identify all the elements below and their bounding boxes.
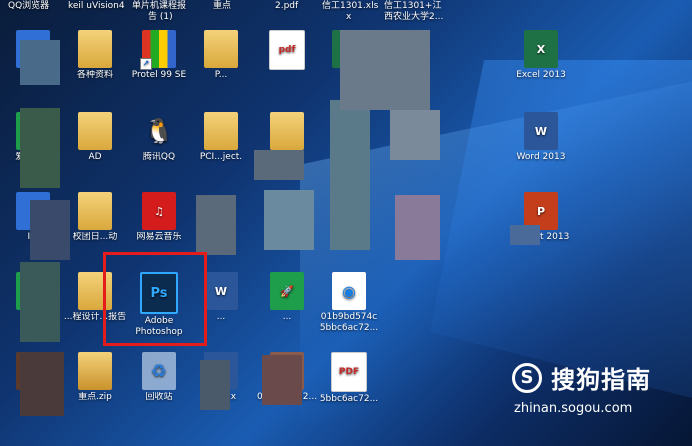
photoshop-highlight-box <box>103 252 207 346</box>
top-label: x <box>346 12 352 22</box>
desktop-icon-excel-2013[interactable]: X Excel 2013 <box>508 30 574 81</box>
privacy-mosaic <box>200 360 230 410</box>
privacy-mosaic <box>390 110 440 160</box>
top-label: 信工1301.xls <box>322 1 379 11</box>
qq-icon: 🐧 <box>144 116 174 145</box>
desktop-icon-xiaotuan-folder[interactable]: 校团日...动 <box>62 192 128 243</box>
folder-icon <box>78 192 112 230</box>
pdf-icon: pdf <box>269 30 305 70</box>
top-label: keil uVision4 <box>68 1 125 11</box>
desktop-icon-ad-folder[interactable]: AD <box>62 112 128 163</box>
netease-music-icon: ♫ <box>142 192 176 230</box>
safari-icon: ◉ <box>332 272 366 310</box>
desktop-icon-rocket-app[interactable]: 🚀 ... <box>254 272 320 323</box>
folder-icon <box>78 30 112 68</box>
zip-icon <box>78 352 112 390</box>
desktop-icon-recycle-bin[interactable]: ♻ 回收站 <box>126 352 192 403</box>
desktop-icon-pci-project[interactable]: PCI...ject. <box>188 112 254 163</box>
desktop-icon-p-folder[interactable]: P... <box>188 30 254 81</box>
sogou-watermark: S 搜狗指南 zhinan.sogou.com <box>512 360 687 416</box>
privacy-mosaic <box>20 262 60 342</box>
top-label: 信工1301+江 <box>384 1 442 11</box>
pdf-icon: PDF <box>331 352 367 392</box>
folder-icon <box>204 112 238 150</box>
privacy-mosaic <box>264 190 314 250</box>
desktop-icon-pdf-shortcut[interactable]: pdf <box>254 30 320 72</box>
top-label: QQ浏览器 <box>8 1 50 11</box>
sogou-logo-icon: S <box>512 362 542 393</box>
excel-icon: X <box>524 30 558 68</box>
recycle-bin-icon: ♻ <box>142 352 176 390</box>
rocket-icon: 🚀 <box>270 272 304 310</box>
privacy-mosaic <box>340 30 430 110</box>
desktop-icon-zhongdian-zip[interactable]: 重点.zip <box>62 352 128 403</box>
privacy-mosaic <box>20 108 60 188</box>
protel-icon: ↗ <box>140 30 176 70</box>
desktop-icon-protel[interactable]: ↗ Protel 99 SE <box>126 30 192 81</box>
desktop-icon-safari-file[interactable]: ◉ 01b9bd574c 5bbc6ac72... <box>316 272 382 334</box>
desktop-icon-zhongzi-ziliao[interactable]: 各种资料 <box>62 30 128 81</box>
watermark-title: 搜狗指南 <box>551 366 652 394</box>
privacy-mosaic <box>510 225 540 245</box>
privacy-mosaic <box>395 195 440 260</box>
top-row-cutoff-labels: QQ浏览器 keil uVision4 单片机课程报 告 (1) 重点 2.pd… <box>0 0 692 22</box>
privacy-mosaic <box>196 195 236 255</box>
folder-icon <box>204 30 238 68</box>
desktop-icon-tencent-qq[interactable]: 🐧 腾讯QQ <box>126 112 192 163</box>
privacy-mosaic <box>330 100 370 250</box>
privacy-mosaic <box>254 150 304 180</box>
privacy-mosaic <box>30 200 70 260</box>
desktop-icon-netease-music[interactable]: ♫ 网易云音乐 <box>126 192 192 243</box>
top-label: 告 (1) <box>148 12 173 22</box>
top-label: 西农业大学2... <box>384 12 444 22</box>
folder-icon <box>270 112 304 150</box>
top-label: 重点 <box>213 1 232 11</box>
privacy-mosaic <box>20 352 64 416</box>
folder-icon <box>78 112 112 150</box>
watermark-url: zhinan.sogou.com <box>514 401 633 416</box>
desktop-icon-pdf-file[interactable]: PDF 5bbc6ac72... <box>316 352 382 405</box>
desktop-icon-word-2013[interactable]: W Word 2013 <box>508 112 574 163</box>
word-icon: W <box>524 112 558 150</box>
desktop-icon-folder[interactable] <box>254 112 320 152</box>
word-icon: W <box>204 272 238 310</box>
top-label: 2.pdf <box>275 1 299 11</box>
privacy-mosaic <box>262 355 302 405</box>
top-label: 单片机课程报 <box>132 1 187 11</box>
privacy-mosaic <box>20 40 60 85</box>
